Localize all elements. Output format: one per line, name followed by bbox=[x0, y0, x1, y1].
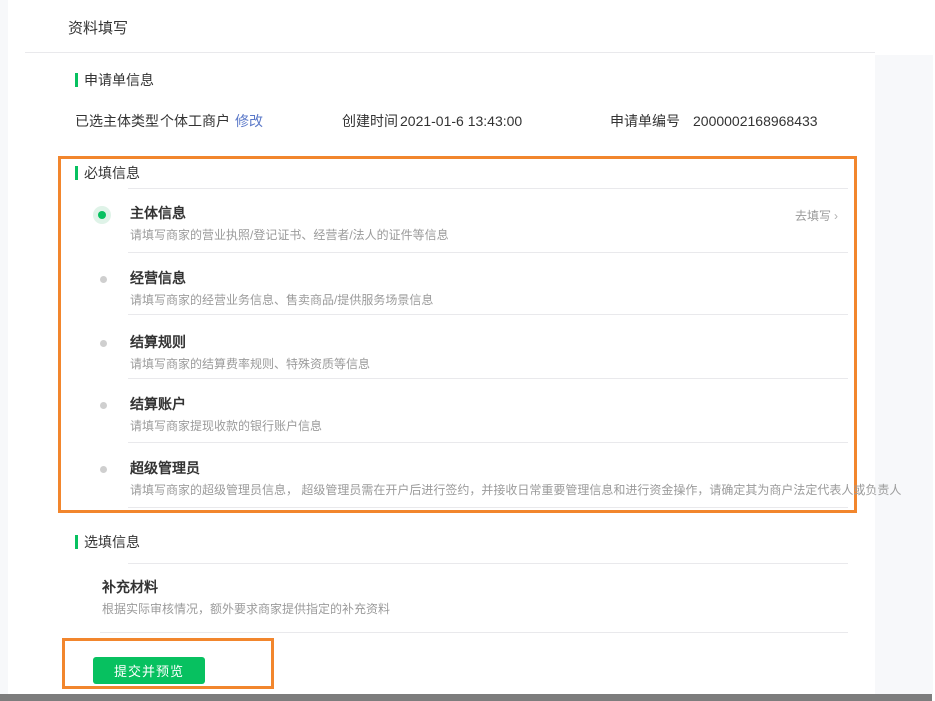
step-desc: 请填写商家的结算费率规则、特殊资质等信息 bbox=[130, 357, 371, 371]
row-divider bbox=[100, 632, 848, 633]
section-accent-bar bbox=[75, 73, 78, 87]
step-title-super-admin: 超级管理员 bbox=[130, 460, 200, 476]
radio-dot bbox=[98, 211, 106, 219]
bottom-partial-element bbox=[0, 694, 932, 701]
step-title-settlement-account: 结算账户 bbox=[130, 396, 186, 412]
step-title-business-info: 经营信息 bbox=[130, 270, 186, 286]
go-fill-label: 去填写 bbox=[795, 209, 832, 223]
modify-link[interactable]: 修改 bbox=[235, 111, 263, 131]
title-divider bbox=[25, 52, 875, 53]
section-title-application-info: 申请单信息 bbox=[84, 72, 154, 88]
step-radio-pending-icon bbox=[100, 276, 107, 283]
step-radio-pending-icon bbox=[100, 466, 107, 473]
row-divider bbox=[128, 442, 848, 443]
row-divider bbox=[128, 563, 848, 564]
application-number-label: 申请单编号 bbox=[610, 113, 680, 129]
merchant-application-page: 资料填写 申请单信息 已选主体类型 个体工商户 修改 创建时间 2021-01-… bbox=[0, 0, 935, 701]
application-number-value: 2000002168968433 bbox=[693, 113, 818, 129]
created-time-value: 2021-01-6 13:43:00 bbox=[400, 113, 523, 129]
subject-type-value: 个体工商户 bbox=[160, 113, 230, 129]
row-divider bbox=[128, 188, 848, 189]
page-background-right bbox=[875, 55, 933, 694]
section-accent-bar bbox=[75, 535, 78, 549]
row-divider bbox=[128, 378, 848, 379]
chevron-right-icon: › bbox=[834, 209, 839, 223]
step-radio-pending-icon bbox=[100, 402, 107, 409]
step-title-subject-info: 主体信息 bbox=[130, 205, 186, 221]
row-divider bbox=[128, 507, 848, 508]
row-divider bbox=[128, 314, 848, 315]
step-title-supplementary-materials: 补充材料 bbox=[102, 579, 158, 595]
subject-type-label: 已选主体类型 bbox=[75, 113, 159, 129]
created-time-label: 创建时间 bbox=[342, 113, 398, 129]
page-title: 资料填写 bbox=[68, 20, 129, 37]
section-title-required: 必填信息 bbox=[84, 165, 140, 181]
row-divider bbox=[128, 252, 848, 253]
step-desc: 请填写商家的超级管理员信息， 超级管理员需在开户后进行签约，并接收日常重要管理信… bbox=[130, 483, 902, 497]
go-fill-link[interactable]: 去填写 › bbox=[795, 208, 838, 224]
section-accent-bar bbox=[75, 166, 78, 180]
step-radio-selected-icon bbox=[93, 206, 111, 224]
section-title-optional: 选填信息 bbox=[84, 534, 140, 550]
submit-and-preview-button[interactable]: 提交并预览 bbox=[93, 657, 205, 684]
step-desc: 根据实际审核情况，额外要求商家提供指定的补充资料 bbox=[102, 602, 391, 616]
page-background-left bbox=[0, 0, 8, 694]
step-desc: 请填写商家的营业执照/登记证书、经营者/法人的证件等信息 bbox=[130, 228, 449, 242]
step-desc: 请填写商家提现收款的银行账户信息 bbox=[130, 419, 323, 433]
step-desc: 请填写商家的经营业务信息、售卖商品/提供服务场景信息 bbox=[130, 293, 434, 307]
step-title-settlement-rules: 结算规则 bbox=[130, 334, 186, 350]
step-radio-pending-icon bbox=[100, 340, 107, 347]
